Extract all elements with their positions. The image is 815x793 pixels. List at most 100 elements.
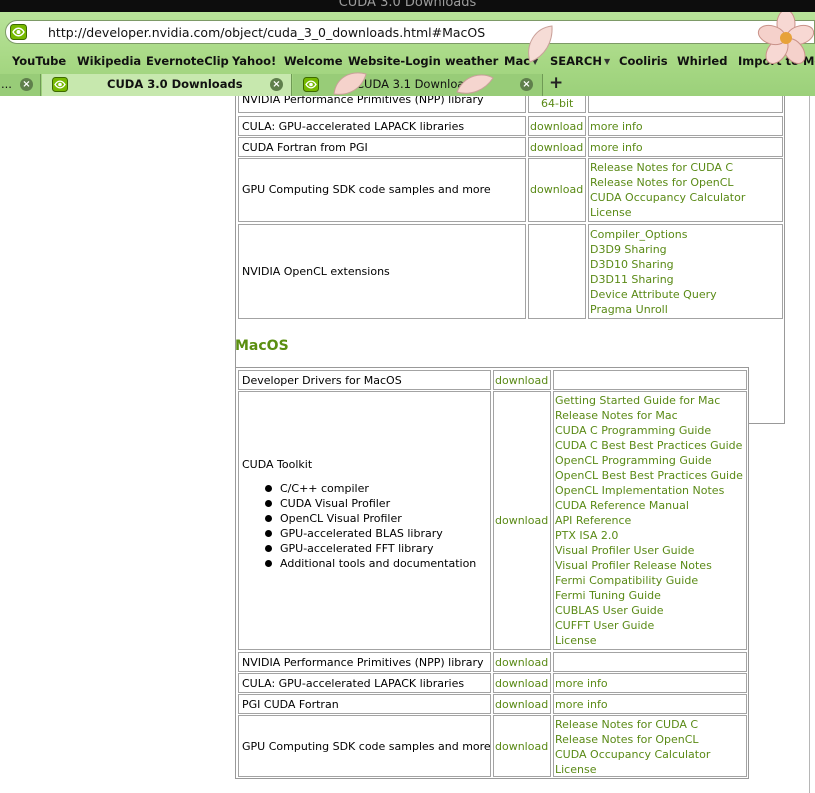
tab-previous[interactable]: ... × bbox=[0, 74, 41, 96]
bookmark-evernoteclip[interactable]: EvernoteClip bbox=[146, 54, 229, 68]
tab-cuda-3-1-downloads[interactable]: CUDA 3.1 Downloads × bbox=[293, 74, 543, 96]
visual-profiler-user-guide-link[interactable]: Visual Profiler User Guide bbox=[555, 543, 743, 558]
close-icon[interactable]: × bbox=[20, 78, 33, 91]
d3d10-sharing-link[interactable]: D3D10 Sharing bbox=[590, 257, 717, 272]
download-link[interactable]: download bbox=[495, 374, 548, 387]
table-row: Developer Drivers for MacOS bbox=[238, 370, 491, 390]
occupancy-calculator-link[interactable]: CUDA Occupancy Calculator bbox=[555, 747, 710, 762]
list-item: GPU-accelerated BLAS library bbox=[265, 526, 476, 541]
table-cell: NVIDIA Performance Primitives (NPP) libr… bbox=[238, 96, 526, 113]
bookmark-welcome[interactable]: Welcome bbox=[284, 54, 343, 68]
list-item: CUDA Visual Profiler bbox=[265, 496, 476, 511]
table-row: CULA: GPU-accelerated LAPACK libraries bbox=[238, 116, 526, 136]
download-link[interactable]: download bbox=[495, 656, 548, 669]
table-cell bbox=[553, 652, 747, 672]
bookmark-wikipedia[interactable]: Wikipedia bbox=[77, 54, 141, 68]
release-notes-cuda-c-link[interactable]: Release Notes for CUDA C bbox=[555, 717, 710, 732]
table-cell: Getting Started Guide for Mac Release No… bbox=[553, 391, 747, 650]
cublas-user-guide-link[interactable]: CUBLAS User Guide bbox=[555, 603, 743, 618]
download-link[interactable]: download bbox=[495, 677, 548, 690]
close-icon[interactable]: × bbox=[520, 78, 533, 91]
table-row: CULA: GPU-accelerated LAPACK libraries bbox=[238, 673, 491, 693]
content-divider bbox=[809, 96, 810, 793]
cuda-c-programming-guide-link[interactable]: CUDA C Programming Guide bbox=[555, 423, 743, 438]
url-text[interactable]: http://developer.nvidia.com/object/cuda_… bbox=[48, 25, 485, 40]
license-link[interactable]: License bbox=[555, 633, 743, 648]
getting-started-mac-link[interactable]: Getting Started Guide for Mac bbox=[555, 393, 743, 408]
api-reference-link[interactable]: API Reference bbox=[555, 513, 743, 528]
license-link[interactable]: License bbox=[590, 205, 745, 220]
list-item: GPU-accelerated FFT library bbox=[265, 541, 476, 556]
release-notes-opencl-link[interactable]: Release Notes for OpenCL bbox=[555, 732, 710, 747]
table-cell: Release Notes for CUDA C Release Notes f… bbox=[553, 715, 747, 777]
opencl-programming-guide-link[interactable]: OpenCL Programming Guide bbox=[555, 453, 743, 468]
bookmark-search-folder[interactable]: SEARCH ▼ bbox=[550, 54, 610, 68]
device-attribute-query-link[interactable]: Device Attribute Query bbox=[590, 287, 717, 302]
pragma-unroll-link[interactable]: Pragma Unroll bbox=[590, 302, 717, 317]
table-cell: 64-bit bbox=[528, 96, 586, 113]
more-info-link[interactable]: more info bbox=[555, 698, 608, 711]
cuda-reference-manual-link[interactable]: CUDA Reference Manual bbox=[555, 498, 743, 513]
table-row: NVIDIA OpenCL extensions bbox=[238, 224, 526, 319]
nvidia-favicon-icon bbox=[303, 77, 319, 92]
bookmark-whirled[interactable]: Whirled bbox=[677, 54, 727, 68]
cufft-user-guide-link[interactable]: CUFFT User Guide bbox=[555, 618, 743, 633]
toolkit-feature-list: C/C++ compiler CUDA Visual Profiler Open… bbox=[265, 481, 476, 571]
list-item: OpenCL Visual Profiler bbox=[265, 511, 476, 526]
flower-decoration-icon bbox=[757, 12, 815, 65]
opencl-implementation-notes-link[interactable]: OpenCL Implementation Notes bbox=[555, 483, 743, 498]
new-tab-button[interactable]: + bbox=[549, 73, 563, 93]
table-cell: more info bbox=[588, 116, 783, 136]
download-link[interactable]: download bbox=[530, 183, 583, 196]
download-link[interactable]: download bbox=[530, 120, 583, 133]
bookmark-cooliris[interactable]: Cooliris bbox=[619, 54, 668, 68]
window-title: CUDA 3.0 Downloads bbox=[338, 0, 477, 10]
more-info-link[interactable]: more info bbox=[590, 141, 643, 154]
download-link[interactable]: download bbox=[495, 740, 548, 753]
bookmark-yahoo[interactable]: Yahoo! bbox=[232, 54, 276, 68]
bookmark-weather[interactable]: weather bbox=[445, 54, 498, 68]
table-cell: download bbox=[493, 715, 551, 777]
close-icon[interactable]: × bbox=[270, 78, 283, 91]
ptx-isa-link[interactable]: PTX ISA 2.0 bbox=[555, 528, 743, 543]
compiler-options-link[interactable]: Compiler_Options bbox=[590, 227, 717, 242]
opencl-best-practices-link[interactable]: OpenCL Best Best Practices Guide bbox=[555, 468, 743, 483]
list-item: C/C++ compiler bbox=[265, 481, 476, 496]
download-link[interactable]: download bbox=[530, 141, 583, 154]
table-cell: Compiler_Options D3D9 Sharing D3D10 Shar… bbox=[588, 224, 783, 319]
release-notes-mac-link[interactable]: Release Notes for Mac bbox=[555, 408, 743, 423]
more-info-link[interactable]: more info bbox=[555, 677, 608, 690]
chevron-down-icon: ▼ bbox=[603, 57, 611, 66]
tab-strip: ... × CUDA 3.0 Downloads × CUDA 3.1 Down… bbox=[0, 73, 815, 96]
table-cell: download bbox=[493, 673, 551, 693]
bookmark-youtube[interactable]: YouTube bbox=[12, 54, 66, 68]
url-bar[interactable]: http://developer.nvidia.com/object/cuda_… bbox=[5, 20, 815, 44]
cuda-c-best-practices-link[interactable]: CUDA C Best Best Practices Guide bbox=[555, 438, 743, 453]
fermi-compatibility-guide-link[interactable]: Fermi Compatibility Guide bbox=[555, 573, 743, 588]
license-link[interactable]: License bbox=[555, 762, 710, 776]
download-64bit-link[interactable]: 64-bit bbox=[541, 97, 573, 110]
table-cell: download bbox=[528, 137, 586, 157]
tab-cuda-3-0-downloads[interactable]: CUDA 3.0 Downloads × bbox=[42, 74, 292, 96]
cuda-toolkit-label: CUDA Toolkit bbox=[242, 458, 313, 471]
d3d11-sharing-link[interactable]: D3D11 Sharing bbox=[590, 272, 717, 287]
fermi-tuning-guide-link[interactable]: Fermi Tuning Guide bbox=[555, 588, 743, 603]
release-notes-opencl-link[interactable]: Release Notes for OpenCL bbox=[590, 175, 745, 190]
table-cell: download bbox=[528, 116, 586, 136]
window-title-bar: CUDA 3.0 Downloads bbox=[0, 0, 815, 12]
table-cell: download bbox=[493, 370, 551, 390]
table-row: GPU Computing SDK code samples and more bbox=[238, 715, 491, 777]
table-cell: download bbox=[528, 158, 586, 222]
bookmark-website-login[interactable]: Website-Login bbox=[348, 54, 441, 68]
petal-decoration-icon bbox=[333, 72, 367, 95]
table-row: GPU Computing SDK code samples and more bbox=[238, 158, 526, 222]
more-info-link[interactable]: more info bbox=[590, 120, 643, 133]
list-item: Additional tools and documentation bbox=[265, 556, 476, 571]
visual-profiler-release-notes-link[interactable]: Visual Profiler Release Notes bbox=[555, 558, 743, 573]
download-link[interactable]: download bbox=[495, 514, 548, 527]
occupancy-calculator-link[interactable]: CUDA Occupancy Calculator bbox=[590, 190, 745, 205]
section-heading-macos: MacOS bbox=[235, 338, 289, 354]
download-link[interactable]: download bbox=[495, 698, 548, 711]
d3d9-sharing-link[interactable]: D3D9 Sharing bbox=[590, 242, 717, 257]
release-notes-cuda-c-link[interactable]: Release Notes for CUDA C bbox=[590, 160, 745, 175]
